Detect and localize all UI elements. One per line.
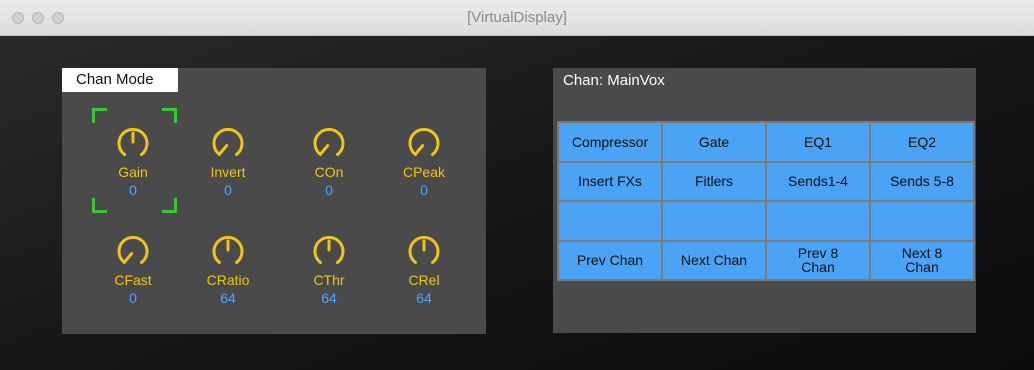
knob-dial-icon[interactable] [406,233,442,269]
eq1-button[interactable]: EQ1 [767,123,869,161]
selection-corner [162,198,177,213]
knob-pointer [219,144,229,154]
selection-corner [92,198,107,213]
knob-label: CThr [313,272,345,288]
knob-value: 0 [129,182,137,198]
chan-button-grid: Compressor Gate EQ1 EQ2 Insert FXs Fitlers Sen… [557,121,975,281]
fitlers-button[interactable]: Fitlers [663,162,765,200]
knob-pointer [415,144,425,154]
knob-dial-icon[interactable] [406,125,442,161]
knob-label: COn [314,164,344,180]
knob-label: Gain [118,164,148,180]
knob-crel[interactable]: CRel 64 [389,233,459,323]
knob-value: 64 [321,290,337,306]
knob-cfast[interactable]: CFast 0 [98,233,168,323]
knob-label: CRel [408,272,440,288]
prev-8-chan-button[interactable]: Prev 8 Chan [767,241,869,279]
knob-cpeak[interactable]: CPeak 0 [389,125,459,215]
knob-dial-icon[interactable] [115,233,151,269]
knob-label: CFast [114,272,152,288]
compressor-button[interactable]: Compressor [559,123,661,161]
knob-dial-icon[interactable] [311,125,347,161]
sends-5-8-button[interactable]: Sends 5-8 [871,162,973,200]
selection-corner [92,108,107,123]
knob-value: 0 [129,290,137,306]
knob-pointer [124,252,134,262]
selection-corner [162,108,177,123]
knob-invert[interactable]: Invert 0 [193,125,263,215]
chan-title: Chan: MainVox [563,72,665,89]
window-titlebar: [VirtualDisplay] [0,0,1034,36]
knob-value: 0 [420,182,428,198]
gate-button[interactable]: Gate [663,123,765,161]
sends1-4-button[interactable]: Sends1-4 [767,162,869,200]
next-chan-button[interactable]: Next Chan [663,241,765,279]
knob-dial-icon[interactable] [311,233,347,269]
next-8-chan-button[interactable]: Next 8 Chan [871,241,973,279]
knob-value: 0 [325,182,333,198]
knob-label: CRatio [206,272,250,288]
knob-value: 0 [224,182,232,198]
knob-con[interactable]: COn 0 [294,125,364,215]
chan-mode-label: Chan Mode [62,68,178,92]
knob-dial-icon[interactable] [210,125,246,161]
empty-8-button[interactable] [559,202,661,240]
eq2-button[interactable]: EQ2 [871,123,973,161]
window-title: [VirtualDisplay] [467,9,567,26]
knob-gain[interactable]: Gain 0 [98,125,168,215]
knob-label: CPeak [402,164,446,180]
prev-chan-button[interactable]: Prev Chan [559,241,661,279]
empty-10-button[interactable] [767,202,869,240]
knob-dial-icon[interactable] [115,125,151,161]
knob-value: 64 [416,290,432,306]
knob-value: 64 [220,290,236,306]
empty-9-button[interactable] [663,202,765,240]
knob-cthr[interactable]: CThr 64 [294,233,364,323]
knob-pointer [320,144,330,154]
knob-cratio[interactable]: CRatio 64 [193,233,263,323]
insert-fxs-button[interactable]: Insert FXs [559,162,661,200]
knob-dial-icon[interactable] [210,233,246,269]
empty-11-button[interactable] [871,202,973,240]
knob-label: Invert [210,164,246,180]
